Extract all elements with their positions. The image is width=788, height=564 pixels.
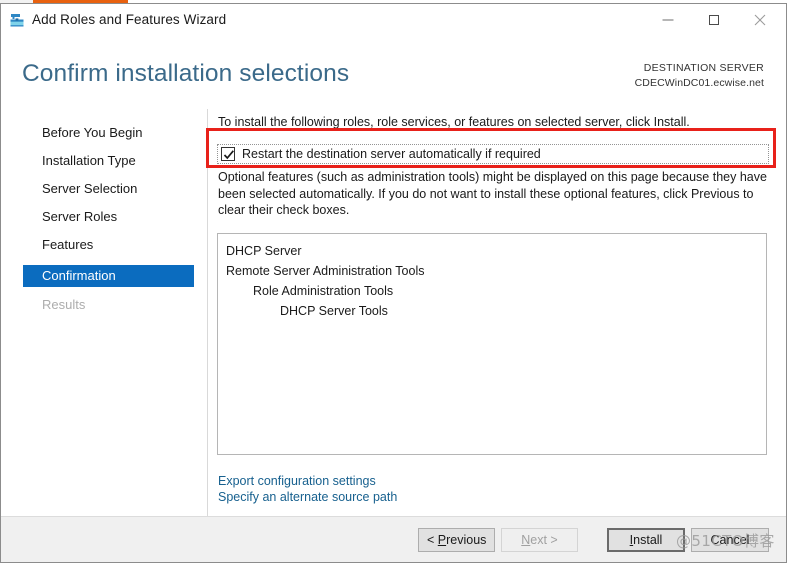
sidebar-item-before-you-begin[interactable]: Before You Begin bbox=[23, 122, 194, 144]
sidebar-item-features[interactable]: Features bbox=[23, 234, 194, 256]
optional-features-note: Optional features (such as administratio… bbox=[218, 170, 767, 217]
restart-checkbox-row[interactable]: Restart the destination server automatic… bbox=[217, 144, 769, 164]
selected-features-listbox[interactable]: DHCP Server Remote Server Administration… bbox=[217, 233, 767, 455]
minimize-icon bbox=[662, 19, 674, 21]
page-title: Confirm installation selections bbox=[22, 60, 350, 87]
close-icon bbox=[754, 14, 766, 26]
intro-text: To install the following roles, role ser… bbox=[218, 115, 690, 129]
install-button[interactable]: Install bbox=[607, 528, 685, 552]
footer-button-bar: < Previous Next > Install Cancel bbox=[1, 516, 786, 562]
list-item[interactable]: Role Administration Tools bbox=[218, 281, 766, 301]
list-item[interactable]: DHCP Server Tools bbox=[218, 301, 766, 321]
restart-checkbox[interactable] bbox=[221, 147, 235, 161]
restart-checkbox-label: Restart the destination server automatic… bbox=[242, 147, 541, 161]
window-title: Add Roles and Features Wizard bbox=[32, 12, 227, 27]
minimize-button[interactable] bbox=[645, 4, 691, 36]
sidebar-item-server-roles[interactable]: Server Roles bbox=[23, 206, 194, 228]
maximize-icon bbox=[709, 15, 719, 25]
sidebar-item-server-selection[interactable]: Server Selection bbox=[23, 178, 194, 200]
destination-server-block: DESTINATION SERVER CDECWinDC01.ecwise.ne… bbox=[635, 62, 764, 90]
previous-button[interactable]: < Previous bbox=[418, 528, 495, 552]
content-pane: To install the following roles, role ser… bbox=[207, 109, 786, 517]
next-button: Next > bbox=[501, 528, 578, 552]
destination-server-name: CDECWinDC01.ecwise.net bbox=[634, 77, 764, 89]
checkmark-icon bbox=[223, 150, 234, 160]
server-roles-icon bbox=[10, 13, 27, 29]
sidebar-item-results: Results bbox=[42, 297, 86, 312]
screenshot-root: Add Roles and Features Wizard Confirm in… bbox=[0, 0, 788, 564]
sidebar-item-installation-type[interactable]: Installation Type bbox=[23, 150, 194, 172]
cancel-button[interactable]: Cancel bbox=[691, 528, 769, 552]
list-item[interactable]: DHCP Server bbox=[218, 241, 766, 261]
specify-alternate-source-path-link[interactable]: Specify an alternate source path bbox=[218, 490, 397, 504]
body-area: Before You Begin Installation Type Serve… bbox=[1, 109, 786, 517]
close-button[interactable] bbox=[737, 4, 783, 36]
wizard-window: Add Roles and Features Wizard Confirm in… bbox=[0, 3, 787, 563]
page-header: Confirm installation selections DESTINAT… bbox=[1, 37, 786, 109]
list-item[interactable]: Remote Server Administration Tools bbox=[218, 261, 766, 281]
title-bar: Add Roles and Features Wizard bbox=[1, 4, 786, 37]
sidebar-item-confirmation[interactable]: Confirmation bbox=[23, 265, 194, 287]
wizard-navigation-sidebar: Before You Begin Installation Type Serve… bbox=[1, 109, 208, 517]
export-configuration-settings-link[interactable]: Export configuration settings bbox=[218, 474, 376, 488]
destination-server-label: DESTINATION SERVER bbox=[643, 62, 764, 74]
maximize-button[interactable] bbox=[691, 4, 737, 36]
